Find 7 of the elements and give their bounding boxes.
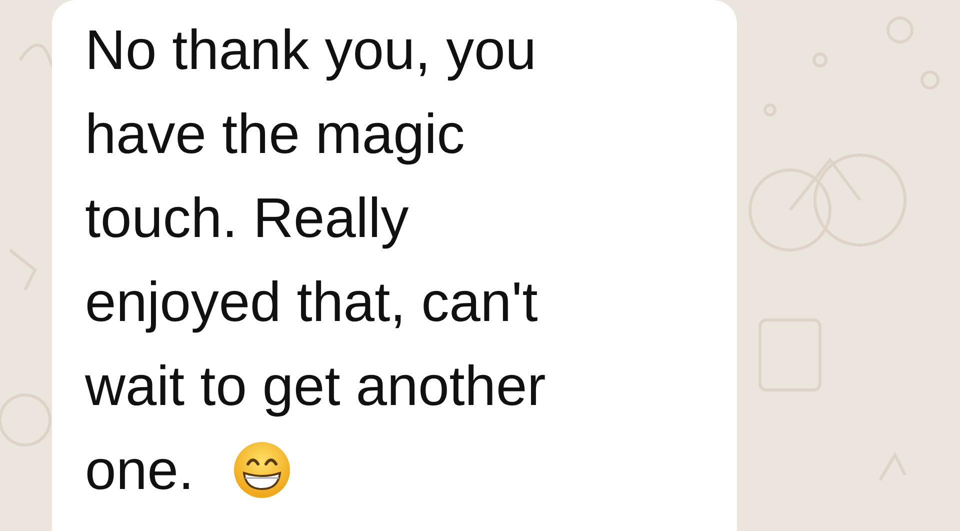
message-line: one. <box>85 437 194 503</box>
message-line: No thank you, you <box>85 17 536 83</box>
message-line: touch. Really <box>85 185 409 251</box>
grinning-face-icon <box>232 440 292 500</box>
message-line: have the magic <box>85 101 465 167</box>
message-line: enjoyed that, can't <box>85 269 538 335</box>
message-line: wait to get another <box>85 353 546 419</box>
